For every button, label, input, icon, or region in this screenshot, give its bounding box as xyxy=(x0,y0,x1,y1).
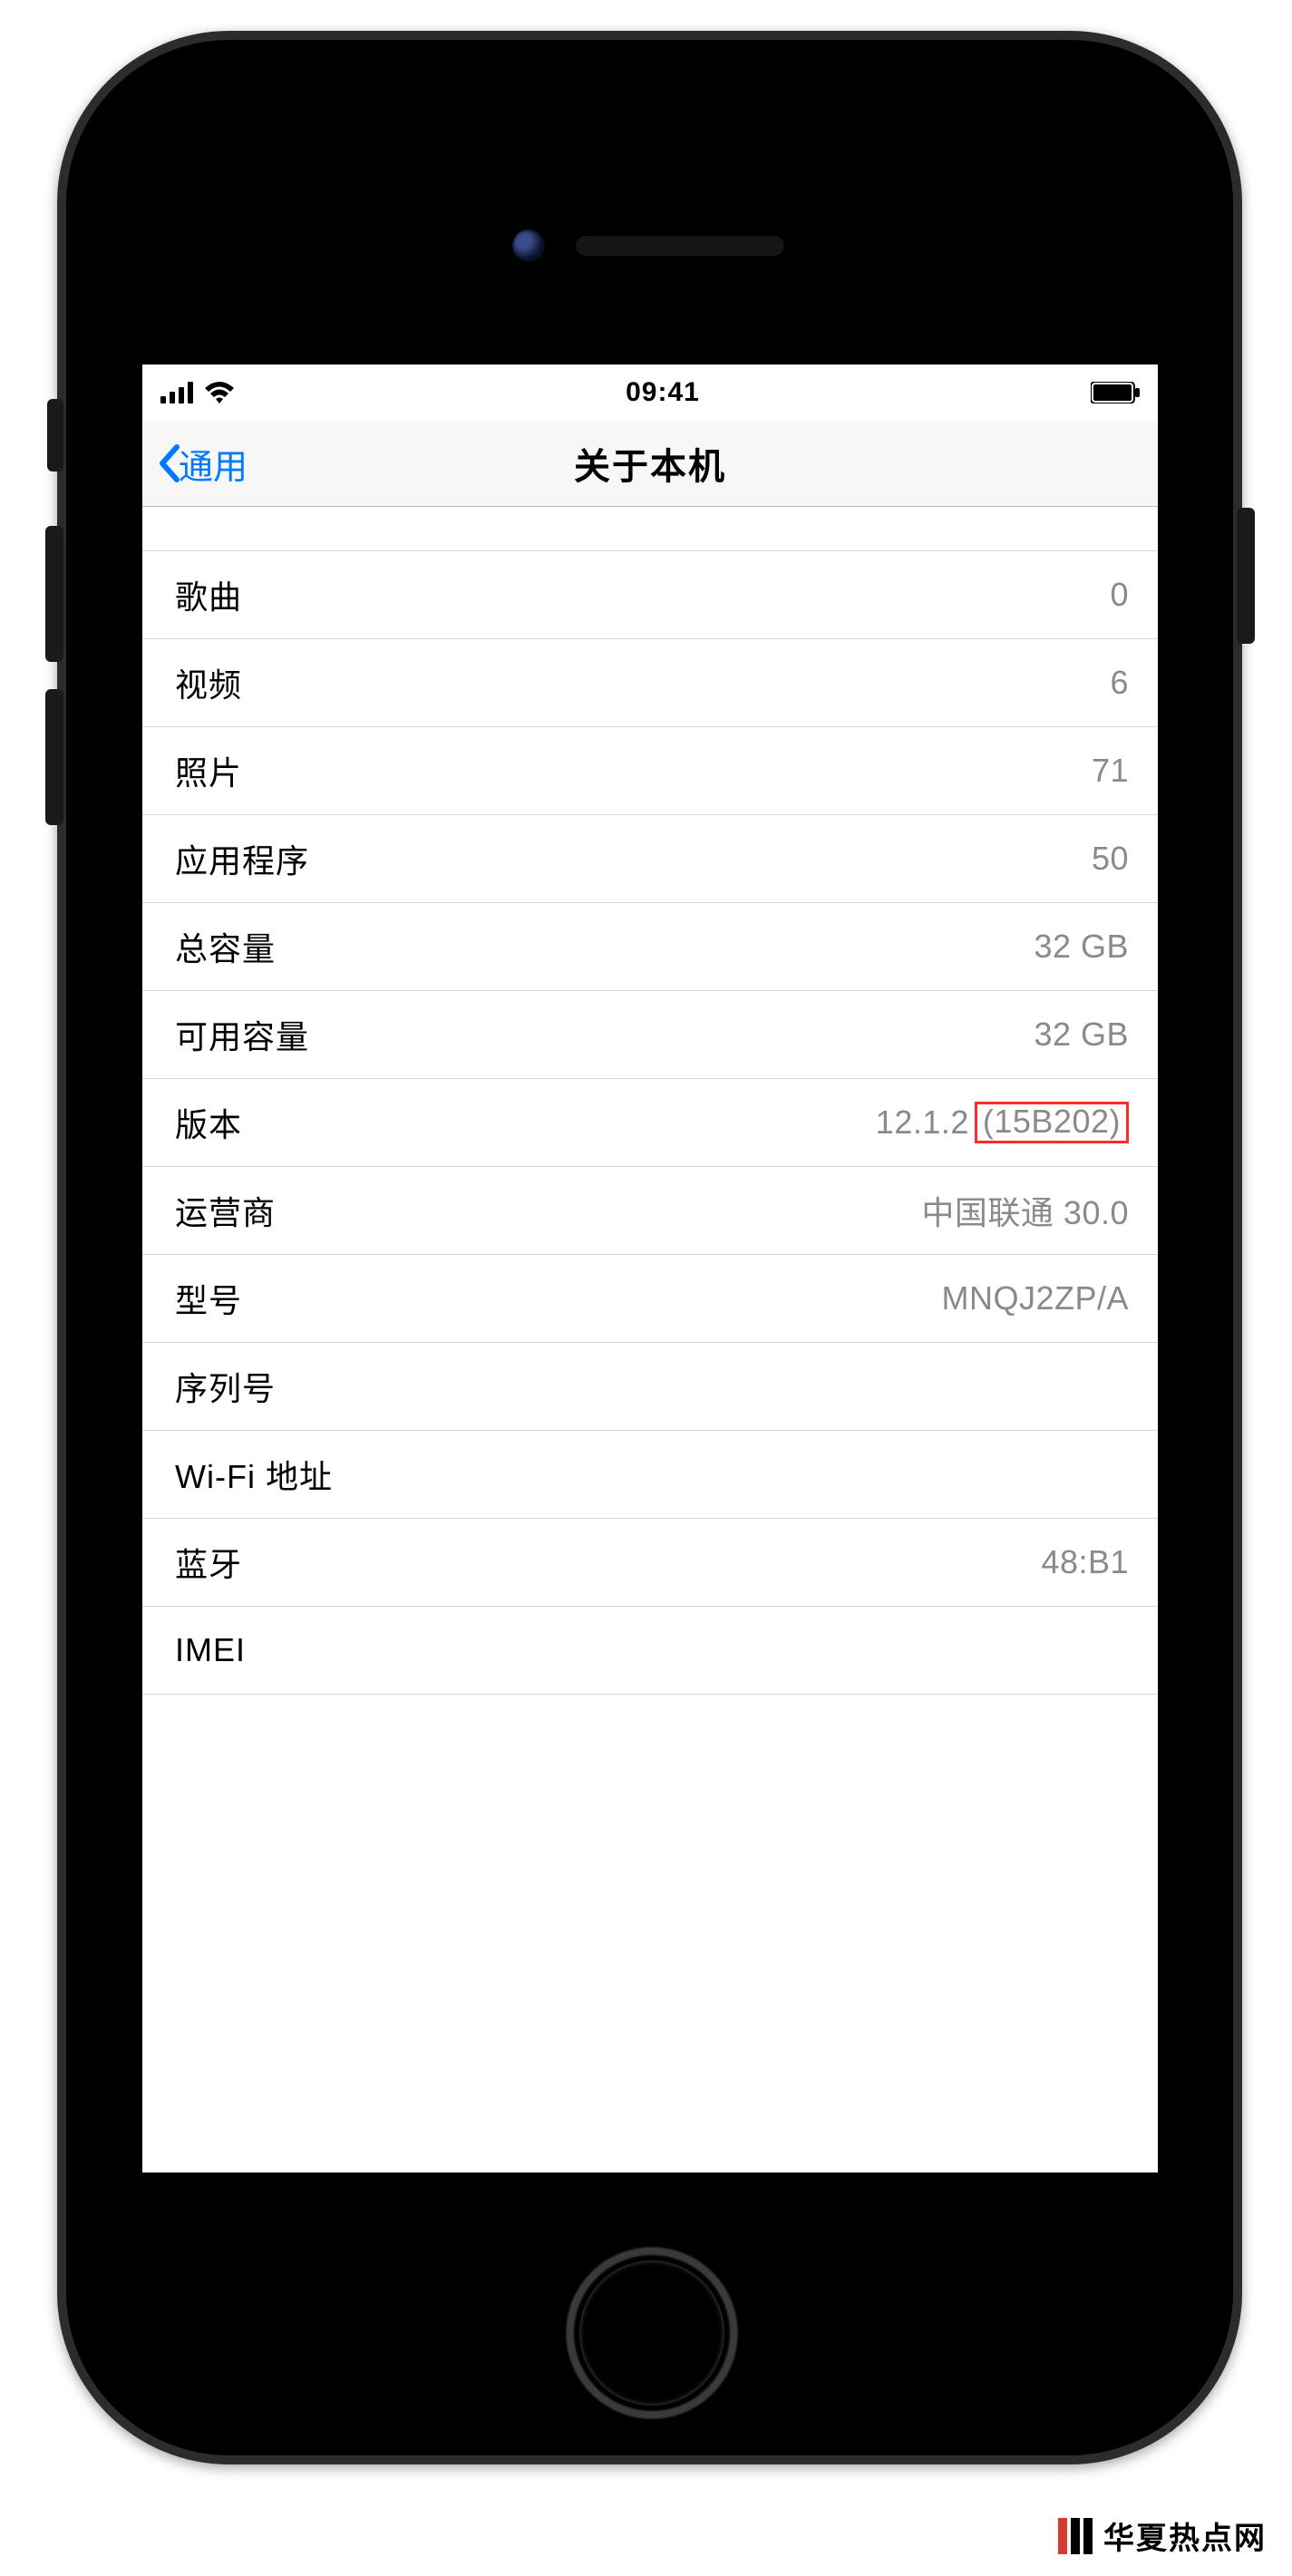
row-label: 蓝牙 xyxy=(175,1539,242,1586)
table-row[interactable]: 蓝牙 48:B1 xyxy=(142,1519,1158,1607)
row-label: 照片 xyxy=(175,747,242,794)
table-row[interactable]: 总容量 32 GB xyxy=(142,903,1158,991)
watermark-logo-icon xyxy=(1058,2518,1094,2554)
home-button-inner xyxy=(579,2260,724,2406)
row-label: 可用容量 xyxy=(175,1011,309,1058)
battery-icon xyxy=(1091,382,1140,403)
row-label: Wi-Fi 地址 xyxy=(175,1451,333,1498)
watermark-text: 华夏热点网 xyxy=(1103,2513,1267,2558)
volume-down-button xyxy=(45,689,63,825)
row-label: 序列号 xyxy=(175,1363,276,1410)
row-value: 0 xyxy=(1110,576,1129,614)
home-button[interactable] xyxy=(559,2240,745,2426)
table-row[interactable]: 序列号 xyxy=(142,1343,1158,1431)
table-row[interactable]: 型号 MNQJ2ZP/A xyxy=(142,1255,1158,1343)
mute-switch xyxy=(47,399,63,471)
row-value: 12.1.2(15B202) xyxy=(876,1102,1129,1143)
cellular-signal-icon xyxy=(160,382,195,403)
volume-up-button xyxy=(45,526,63,662)
row-label: 总容量 xyxy=(175,923,276,970)
row-label: 歌曲 xyxy=(175,571,242,618)
front-camera xyxy=(512,229,545,262)
row-label: IMEI xyxy=(175,1631,246,1669)
navigation-bar: 通用 关于本机 xyxy=(142,421,1158,507)
row-value: 50 xyxy=(1092,840,1129,878)
table-row[interactable]: Wi-Fi 地址 xyxy=(142,1431,1158,1519)
table-row[interactable]: 视频 6 xyxy=(142,639,1158,727)
row-value: MNQJ2ZP/A xyxy=(941,1279,1129,1317)
table-row[interactable]: IMEI xyxy=(142,1607,1158,1695)
table-row[interactable]: 版本 12.1.2(15B202) xyxy=(142,1079,1158,1167)
row-label: 运营商 xyxy=(175,1187,276,1234)
row-value: 71 xyxy=(1092,752,1129,790)
table-row[interactable]: 可用容量 32 GB xyxy=(142,991,1158,1079)
power-button xyxy=(1237,508,1255,644)
table-row[interactable]: 照片 71 xyxy=(142,727,1158,815)
status-time: 09:41 xyxy=(626,377,700,408)
row-value: 6 xyxy=(1110,664,1129,702)
device-screen: 09:41 通用 关于本机 歌曲0视频6照片71应用程序50总容量32 GB可用… xyxy=(142,365,1158,2173)
row-label: 版本 xyxy=(175,1099,242,1146)
row-label: 应用程序 xyxy=(175,835,309,882)
row-label: 视频 xyxy=(175,659,242,706)
earpiece-speaker xyxy=(576,236,784,256)
about-table: 歌曲 0 视频 6 照片 71 应用程序 50 总容量 32 GB 可用容量 32 GB 版本 12.1.… xyxy=(142,550,1158,1695)
watermark: 华夏热点网 xyxy=(1058,2513,1267,2558)
row-value: 32 GB xyxy=(1034,1016,1129,1054)
row-label: 型号 xyxy=(175,1275,242,1322)
page-title: 关于本机 xyxy=(142,421,1158,506)
row-value: 48:B1 xyxy=(1041,1543,1129,1581)
row-value: 32 GB xyxy=(1034,928,1129,966)
table-row[interactable]: 运营商 中国联通 30.0 xyxy=(142,1167,1158,1255)
row-value: 中国联通 30.0 xyxy=(921,1187,1129,1234)
table-row[interactable]: 歌曲 0 xyxy=(142,551,1158,639)
wifi-icon xyxy=(204,382,235,403)
status-bar: 09:41 xyxy=(142,365,1158,421)
table-row[interactable]: 应用程序 50 xyxy=(142,815,1158,903)
build-number: (15B202) xyxy=(975,1102,1129,1143)
